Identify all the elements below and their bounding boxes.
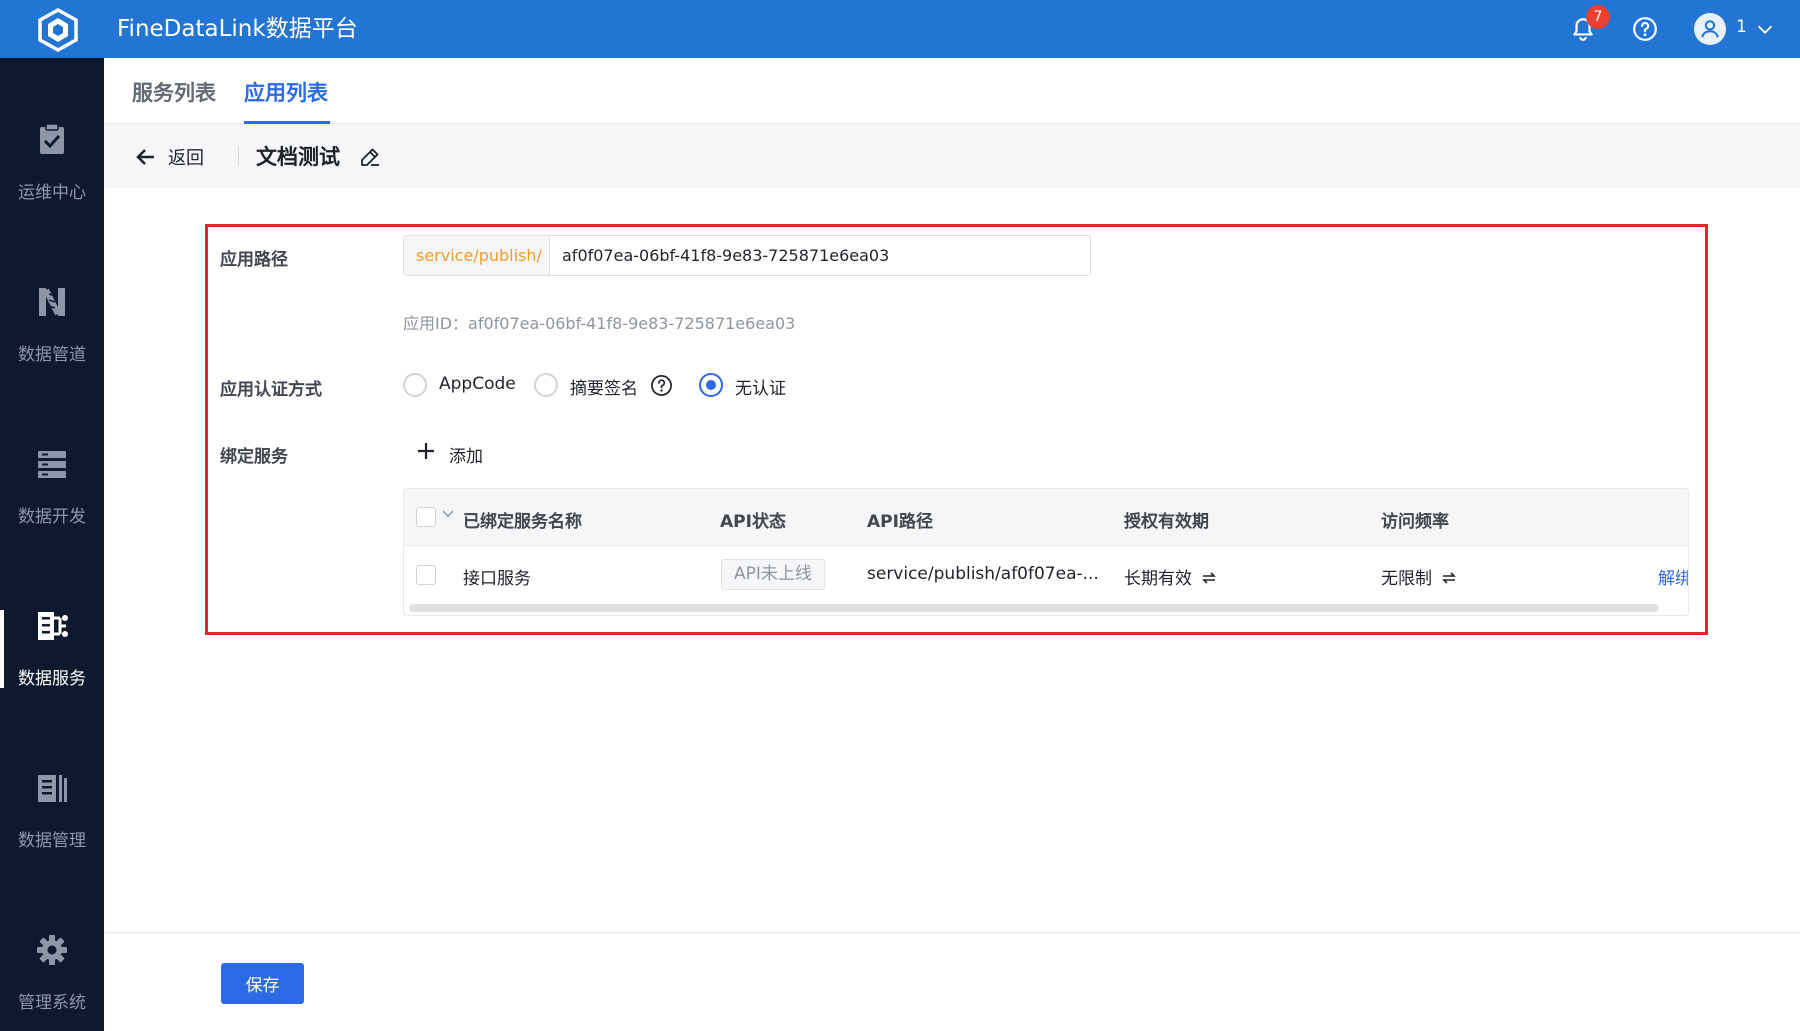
path-prefix: service/publish/: [404, 236, 550, 275]
service-name: 接口服务: [463, 569, 531, 589]
tab-service-list[interactable]: 服务列表: [132, 77, 216, 107]
table-row: 接口服务 API未上线 service/publish/af0f07ea-...…: [404, 547, 1688, 603]
gear-icon: [37, 935, 67, 965]
swap-icon[interactable]: [1440, 569, 1458, 587]
help-icon[interactable]: [1630, 14, 1660, 44]
sidebar-item-label: 管理系统: [18, 993, 86, 1013]
app-id-text: 应用ID：af0f07ea-06bf-41f8-9e83-725871e6ea0…: [403, 314, 796, 333]
sidebar: 运维中心 数据管道 数据开发 数据服务 数据管理 管理系统: [0, 58, 104, 1031]
sidebar-item-data-pipeline[interactable]: 数据管道: [0, 254, 104, 384]
manage-books-icon: [38, 775, 67, 802]
logo-icon: [38, 8, 78, 52]
add-service-button[interactable]: 添加: [449, 442, 483, 467]
page-header: 返回 文档测试: [104, 124, 1800, 188]
sidebar-item-data-manage[interactable]: 数据管理: [0, 740, 104, 870]
top-bar: FineDataLink数据平台 7 1: [0, 0, 1800, 58]
path-input[interactable]: service/publish/ af0f07ea-06bf-41f8-9e83…: [403, 235, 1091, 276]
back-button[interactable]: 返回: [168, 144, 204, 170]
footer-divider: [104, 932, 1800, 933]
app-title: FineDataLink数据平台: [117, 16, 358, 42]
user-name[interactable]: 1: [1736, 17, 1747, 37]
sidebar-item-label: 数据管理: [18, 831, 86, 851]
radio-no-auth[interactable]: [699, 373, 723, 397]
plus-icon[interactable]: [415, 440, 437, 462]
sidebar-item-label: 运维中心: [18, 183, 86, 203]
user-avatar-icon[interactable]: [1694, 13, 1726, 45]
edit-pencil-icon[interactable]: [358, 145, 382, 169]
question-circle-icon[interactable]: [650, 374, 673, 397]
bind-label: 绑定服务: [220, 447, 288, 467]
status-badge: API未上线: [721, 559, 825, 590]
radio-digest-signature[interactable]: [534, 373, 558, 397]
col-header-frequency: 访问频率: [1381, 512, 1449, 532]
api-path: service/publish/af0f07ea-...: [867, 564, 1099, 584]
chevron-down-icon[interactable]: [1754, 18, 1776, 40]
validity-text: 长期有效: [1124, 569, 1192, 589]
select-all-checkbox[interactable]: [416, 507, 436, 527]
save-button[interactable]: 保存: [221, 963, 304, 1004]
divider: [238, 146, 239, 166]
frequency-cell: 无限制: [1381, 564, 1458, 589]
row-checkbox[interactable]: [416, 565, 436, 585]
sidebar-item-label: 数据服务: [18, 669, 86, 689]
sidebar-item-system[interactable]: 管理系统: [0, 902, 104, 1031]
col-header-path: API路径: [867, 512, 933, 532]
frequency-text: 无限制: [1381, 569, 1432, 589]
bound-services-table: 已绑定服务名称 API状态 API路径 授权有效期 访问频率 接口服务 API未…: [403, 488, 1689, 616]
path-value[interactable]: af0f07ea-06bf-41f8-9e83-725871e6ea03: [550, 236, 889, 275]
sidebar-item-ops-center[interactable]: 运维中心: [0, 92, 104, 222]
radio-digest-signature-label[interactable]: 摘要签名: [570, 374, 638, 399]
path-label: 应用路径: [220, 250, 288, 270]
notification-badge: 7: [1586, 5, 1610, 29]
auth-label: 应用认证方式: [220, 380, 322, 400]
col-header-name: 已绑定服务名称: [463, 512, 582, 532]
chevron-down-icon[interactable]: [441, 507, 455, 521]
sidebar-item-data-service[interactable]: 数据服务: [0, 578, 104, 708]
horizontal-scrollbar[interactable]: [409, 604, 1659, 612]
sidebar-item-label: 数据管道: [18, 345, 86, 365]
sidebar-item-data-dev[interactable]: 数据开发: [0, 416, 104, 546]
col-header-validity: 授权有效期: [1124, 512, 1209, 532]
unbind-link[interactable]: 解绑: [1658, 564, 1688, 589]
pipeline-icon: [39, 288, 65, 316]
radio-no-auth-label[interactable]: 无认证: [735, 374, 786, 399]
radio-appcode[interactable]: [403, 373, 427, 397]
arrow-left-icon[interactable]: [134, 145, 158, 169]
dev-stack-icon: [38, 451, 66, 478]
tab-app-list[interactable]: 应用列表: [244, 77, 328, 107]
sidebar-item-label: 数据开发: [18, 507, 86, 527]
col-header-status: API状态: [720, 512, 786, 532]
ops-checklist-icon: [40, 123, 64, 154]
swap-icon[interactable]: [1200, 569, 1218, 587]
table-header: 已绑定服务名称 API状态 API路径 授权有效期 访问频率: [404, 489, 1688, 546]
service-icon: [38, 612, 68, 640]
tab-bar: 服务列表 应用列表: [104, 58, 1800, 124]
validity-cell: 长期有效: [1124, 564, 1218, 589]
radio-appcode-label[interactable]: AppCode: [439, 374, 516, 394]
page-title: 文档测试: [256, 145, 340, 169]
